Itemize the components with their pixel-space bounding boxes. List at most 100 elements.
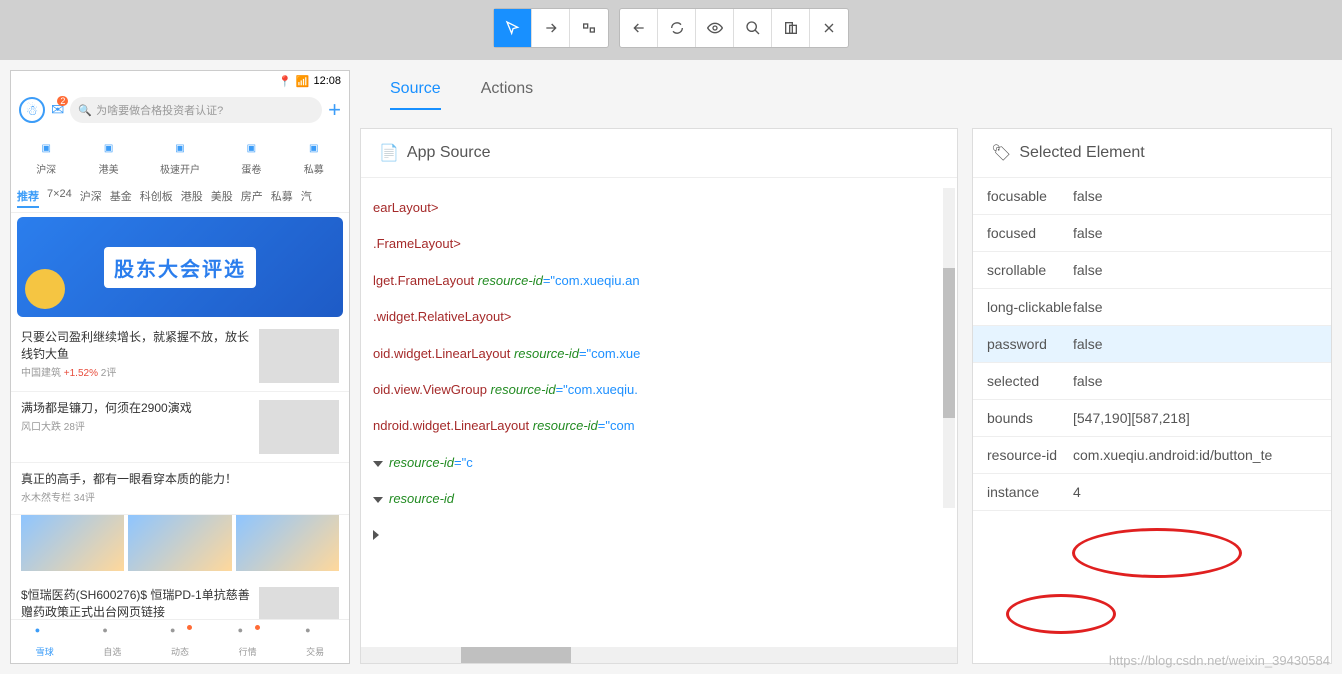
bottom-nav-item[interactable]: ●交易 (305, 625, 325, 658)
search-placeholder: 为啥要做合格投资者认证? (96, 102, 223, 118)
tab-source[interactable]: Source (390, 80, 441, 110)
bn-icon: ● (35, 625, 55, 645)
mic-icon (25, 269, 65, 309)
add-button[interactable]: + (328, 97, 341, 123)
prop-val: false (1073, 225, 1317, 241)
selected-element-panel: 🏷 Selected Element focusablefalsefocused… (972, 128, 1332, 664)
tree-line[interactable]: .widget.RelativeLayout> (373, 299, 945, 335)
main-area: 📍 📶 12:08 ☃ ✉2 🔍 为啥要做合格投资者认证? + ▣沪深▣港美▣极… (0, 60, 1342, 674)
prop-val: 4 (1073, 484, 1317, 500)
category-tab[interactable]: 推荐 (17, 188, 39, 208)
tree-line[interactable]: oid.widget.LinearLayout resource-id="com… (373, 336, 945, 372)
category-tab[interactable]: 汽 (301, 188, 312, 208)
bottom-nav-item[interactable]: ●动态 (170, 625, 190, 658)
prop-row[interactable]: instance4 (973, 474, 1331, 511)
panels: 📄 App Source earLayout>.FrameLayout>lget… (360, 110, 1332, 664)
close-button[interactable] (810, 9, 848, 47)
prop-row[interactable]: focusedfalse (973, 215, 1331, 252)
nav-item[interactable]: ▣私募 (303, 137, 325, 176)
prop-val: [547,190][587,218] (1073, 410, 1317, 426)
nav-icon: ▣ (98, 137, 120, 159)
banner[interactable]: 股东大会评选 (17, 217, 343, 317)
tree-line[interactable]: .FrameLayout> (373, 226, 945, 262)
prop-val: false (1073, 262, 1317, 278)
category-tabs: 推荐 7×24 沪深基金科创板港股美股房产私募汽 (11, 184, 349, 213)
watermark: https://blog.csdn.net/weixin_39430584 (1109, 653, 1330, 668)
prop-table[interactable]: focusablefalsefocusedfalsescrollablefals… (973, 178, 1331, 663)
category-tab[interactable]: 私募 (271, 188, 293, 208)
app-header: ☃ ✉2 🔍 为啥要做合格投资者认证? + (11, 91, 349, 129)
bottom-nav-item[interactable]: ●行情 (238, 625, 258, 658)
category-tab[interactable]: 沪深 (80, 188, 102, 208)
prop-key: resource-id (987, 447, 1073, 463)
search-input[interactable]: 🔍 为啥要做合格投资者认证? (70, 97, 322, 123)
nav-icon: ▣ (303, 137, 325, 159)
prop-row[interactable]: selectedfalse (973, 363, 1331, 400)
bottom-nav-item[interactable]: ●雪球 (35, 625, 55, 658)
tree-line[interactable]: lget.FrameLayout resource-id="com.xueqiu… (373, 263, 945, 299)
category-tab[interactable]: 基金 (110, 188, 132, 208)
category-tab[interactable]: 科创板 (140, 188, 173, 208)
prop-val: com.xueqiu.android:id/button_te (1073, 447, 1317, 463)
search-button[interactable] (734, 9, 772, 47)
nav-icons-row: ▣沪深 ▣港美 ▣极速开户 ▣蛋卷 ▣私募 (11, 129, 349, 184)
avatar-icon[interactable]: ☃ (19, 97, 45, 123)
prop-key: instance (987, 484, 1073, 500)
feed-item[interactable]: 真正的高手，都有一眼看穿本质的能力！水木然专栏 34评 (11, 463, 349, 515)
prop-row[interactable]: focusablefalse (973, 178, 1331, 215)
tag-icon: 🏷 (991, 143, 1011, 163)
bn-icon: ● (305, 625, 325, 645)
prop-row[interactable]: scrollablefalse (973, 252, 1331, 289)
feed-images (11, 515, 349, 579)
messages-icon[interactable]: ✉2 (51, 100, 64, 120)
category-tab[interactable]: 7×24 (47, 188, 72, 208)
source-tree[interactable]: earLayout>.FrameLayout>lget.FrameLayout … (361, 178, 957, 647)
inspector-tabs: Source Actions (360, 70, 1332, 110)
prop-key: bounds (987, 410, 1073, 426)
category-tab[interactable]: 房产 (241, 188, 263, 208)
nav-item[interactable]: ▣港美 (98, 137, 120, 176)
toolbar-group-a (493, 8, 609, 48)
nav-item[interactable]: ▣蛋卷 (240, 137, 262, 176)
inspect-button[interactable] (494, 9, 532, 47)
devices-button[interactable] (772, 9, 810, 47)
wifi-icon: 📶 (296, 75, 310, 88)
tree-line[interactable]: ndroid.widget.LinearLayout resource-id="… (373, 408, 945, 444)
tree-line[interactable]: earLayout> (373, 190, 945, 226)
feed-item[interactable]: 满场都是镰刀，何须在2900演戏风口大跌 28评 (11, 392, 349, 463)
tree-line[interactable]: resource-id="c (373, 445, 945, 481)
category-tab[interactable]: 美股 (211, 188, 233, 208)
tab-actions[interactable]: Actions (481, 80, 533, 110)
nav-item[interactable]: ▣沪深 (35, 137, 57, 176)
eye-button[interactable] (696, 9, 734, 47)
prop-row[interactable]: passwordfalse (973, 326, 1331, 363)
prop-val: false (1073, 336, 1317, 352)
refresh-button[interactable] (658, 9, 696, 47)
prop-key: password (987, 336, 1073, 352)
prop-row[interactable]: resource-idcom.xueqiu.android:id/button_… (973, 437, 1331, 474)
tree-line[interactable]: oid.view.ViewGroup resource-id="com.xueq… (373, 372, 945, 408)
feed-item[interactable]: 只要公司盈利继续增长，就紧握不放，放长线钓大鱼中国建筑 +1.52% 2评 (11, 321, 349, 392)
prop-row[interactable]: long-clickablefalse (973, 289, 1331, 326)
back-button[interactable] (620, 9, 658, 47)
tree-line[interactable]: resource-id (373, 481, 945, 517)
feed-thumb (259, 329, 339, 383)
category-tab[interactable]: 港股 (181, 188, 203, 208)
nav-icon: ▣ (240, 137, 262, 159)
prop-row[interactable]: bounds[547,190][587,218] (973, 400, 1331, 437)
swipe-button[interactable] (532, 9, 570, 47)
scrollbar-h[interactable] (361, 647, 957, 663)
screenshot-button[interactable] (570, 9, 608, 47)
nav-item[interactable]: ▣极速开户 (160, 137, 200, 176)
scroll-thumb-v[interactable] (943, 268, 955, 418)
bottom-nav-item[interactable]: ●自选 (102, 625, 122, 658)
prop-val: false (1073, 188, 1317, 204)
scroll-thumb-h[interactable] (461, 647, 571, 663)
location-icon: 📍 (278, 75, 292, 88)
prop-key: scrollable (987, 262, 1073, 278)
status-time: 12:08 (313, 75, 341, 87)
toolbar-group-b (619, 8, 849, 48)
tree-line[interactable] (373, 518, 945, 554)
phone-preview[interactable]: 📍 📶 12:08 ☃ ✉2 🔍 为啥要做合格投资者认证? + ▣沪深▣港美▣极… (10, 70, 350, 664)
search-icon: 🔍 (78, 104, 92, 117)
